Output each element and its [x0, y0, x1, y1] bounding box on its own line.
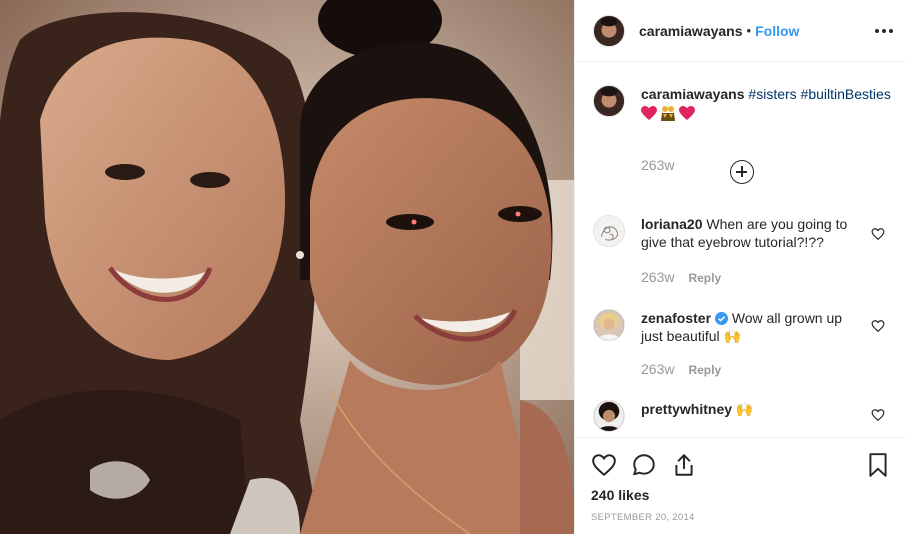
hashtag-sisters[interactable]: #sisters: [748, 86, 796, 102]
post-actions: 240 likes SEPTEMBER 20, 2014: [575, 437, 906, 534]
likes-count[interactable]: 240 likes: [591, 487, 649, 503]
heart-outline-icon[interactable]: [871, 319, 885, 333]
heart-emoji-icon: [679, 105, 695, 120]
instagram-post: caramiawayans • Follow caramiawayans #si…: [0, 0, 906, 534]
post-photo[interactable]: [0, 0, 574, 534]
photo-illustration: [0, 0, 574, 534]
comment-timestamp[interactable]: 263w: [641, 269, 674, 285]
heart-outline-icon[interactable]: [591, 452, 617, 478]
bookmark-icon[interactable]: [865, 452, 891, 478]
reply-button[interactable]: Reply: [688, 271, 721, 285]
reply-button[interactable]: Reply: [688, 363, 721, 377]
verified-badge-icon: [714, 312, 728, 325]
comment-body: zenafoster Wow all grown up just beautif…: [641, 309, 859, 345]
comment-body: prettywhitney 🙌: [641, 400, 859, 418]
post-header: caramiawayans • Follow: [575, 0, 906, 62]
author-avatar[interactable]: [593, 14, 625, 47]
comment-meta: 263w Reply: [641, 361, 721, 377]
post-date[interactable]: SEPTEMBER 20, 2014: [591, 512, 695, 523]
comment-text: 🙌: [735, 401, 754, 417]
commenter-avatar[interactable]: [593, 215, 625, 247]
comment-icon[interactable]: [631, 452, 657, 478]
more-horizontal-icon[interactable]: [875, 22, 893, 40]
caption-author-avatar[interactable]: [593, 85, 625, 117]
commenter-avatar[interactable]: [593, 309, 625, 341]
follow-button[interactable]: Follow: [755, 23, 799, 39]
people-emoji-icon: [661, 106, 675, 121]
comment-body: loriana20 When are you going to give tha…: [641, 215, 859, 251]
heart-outline-icon[interactable]: [871, 227, 885, 241]
comment-username[interactable]: prettywhitney: [641, 401, 732, 417]
caption-text: caramiawayans #sisters #builtinBesties: [641, 85, 891, 121]
header-separator: •: [746, 23, 752, 38]
comments-list: caramiawayans #sisters #builtinBesties 2…: [575, 63, 906, 437]
caption-emojis: [641, 105, 891, 121]
share-icon[interactable]: [671, 452, 697, 478]
post-side-panel: caramiawayans • Follow caramiawayans #si…: [574, 0, 906, 534]
commenter-avatar[interactable]: [593, 400, 625, 432]
comment-timestamp[interactable]: 263w: [641, 361, 674, 377]
author-username[interactable]: caramiawayans: [639, 23, 743, 39]
plus-circle-icon[interactable]: [730, 160, 754, 184]
comment-username[interactable]: zenafoster: [641, 310, 711, 326]
heart-outline-icon[interactable]: [871, 408, 885, 422]
comment-meta: 263w Reply: [641, 269, 721, 285]
hashtag-builtinbesties[interactable]: #builtinBesties: [801, 86, 891, 102]
comment-username[interactable]: loriana20: [641, 216, 702, 232]
caption-username[interactable]: caramiawayans: [641, 86, 745, 102]
caption-timestamp[interactable]: 263w: [641, 157, 674, 173]
heart-emoji-icon: [641, 105, 657, 120]
